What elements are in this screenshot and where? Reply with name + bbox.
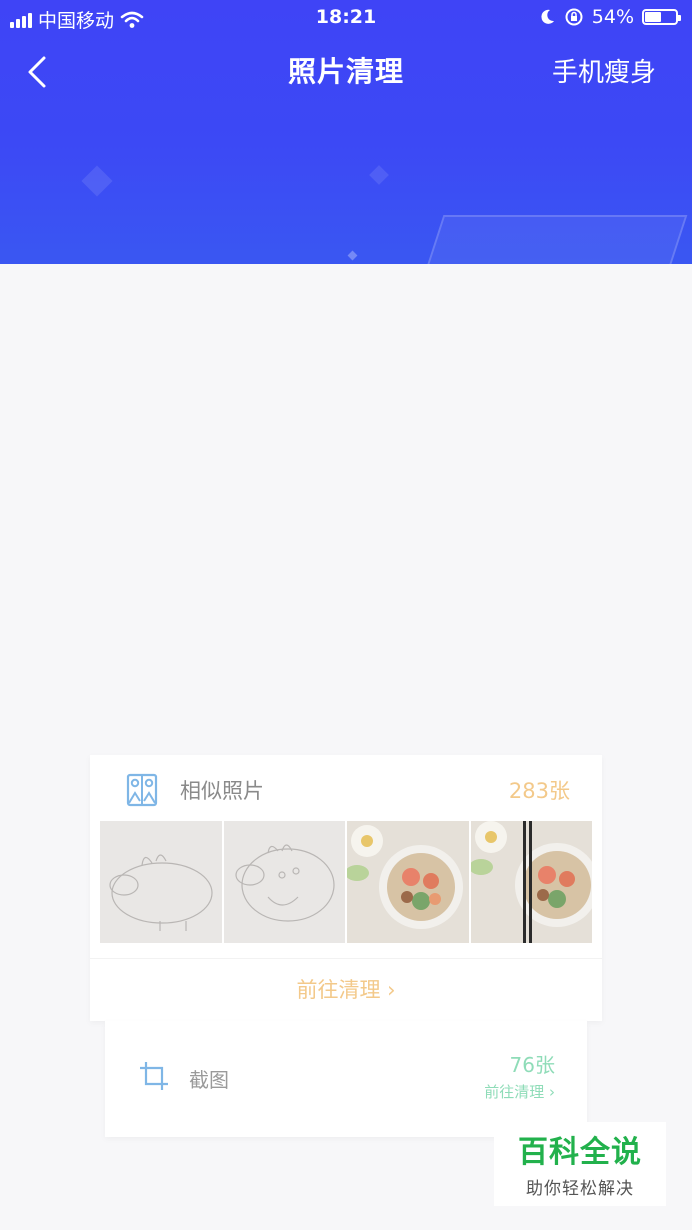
phone-slim-button[interactable]: 手机瘦身 (552, 52, 656, 89)
status-bar: 中国移动 18:21 54% (0, 0, 692, 36)
header-banner: 中国移动 18:21 54% 照片清理 手机瘦身 (0, 0, 692, 264)
crop-icon (140, 1062, 168, 1090)
photo-thumbnail[interactable] (347, 821, 469, 943)
battery-icon (642, 9, 681, 25)
photo-thumbnail[interactable] (470, 821, 592, 943)
watermark-title: 百科全说 (518, 1135, 642, 1170)
similar-photos-icon (126, 773, 158, 807)
decoration-panel (396, 215, 688, 264)
battery-percent: 54% (591, 6, 634, 28)
screenshots-label: 截图 (189, 1068, 229, 1092)
moon-icon (541, 9, 554, 24)
decoration-diamond (81, 165, 113, 197)
screenshots-card[interactable]: 截图 76张 前往清理 › (105, 1021, 587, 1137)
similar-photos-count: 283张 (508, 779, 570, 803)
decoration-diamond (347, 250, 358, 261)
decoration-diamond (369, 165, 389, 185)
nav-bar: 照片清理 手机瘦身 (0, 40, 692, 100)
photo-thumbnail[interactable] (100, 821, 222, 943)
go-clean-screenshots-link[interactable]: 前往清理 › (484, 1081, 555, 1102)
similar-photos-label: 相似照片 (180, 779, 264, 803)
watermark-subtitle: 助你轻松解决 (526, 1179, 634, 1199)
thumbnail-strip (100, 821, 592, 943)
rotation-lock-icon (565, 8, 583, 26)
watermark-logo: 百科全说 助你轻松解决 (494, 1122, 666, 1206)
screenshots-count: 76张 (509, 1053, 555, 1077)
photo-thumbnail[interactable] (223, 821, 345, 943)
similar-photos-card[interactable]: 相似照片 283张 前往清理 › (90, 755, 602, 1021)
go-clean-similar-button[interactable]: 前往清理 › (90, 959, 602, 1021)
